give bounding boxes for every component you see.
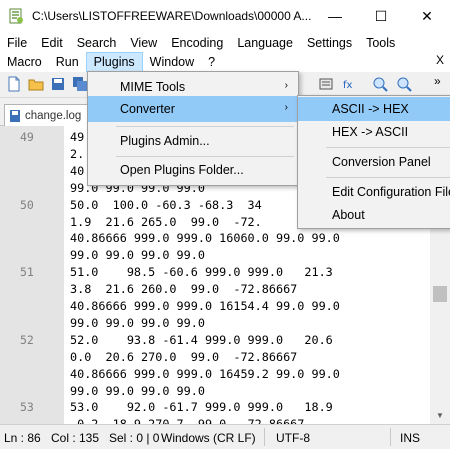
menu-item-hex-to-ascii[interactable]: HEX -> ASCII bbox=[298, 120, 450, 144]
menu-file[interactable]: File bbox=[0, 33, 34, 53]
code-line[interactable]: 40 bbox=[70, 164, 84, 178]
menu-separator bbox=[326, 177, 450, 178]
menu-separator bbox=[116, 126, 294, 127]
code-line[interactable]: 99.0 99.0 99.0 99.0 bbox=[70, 316, 205, 330]
menu-separator bbox=[326, 147, 450, 148]
menu-window[interactable]: Window bbox=[143, 52, 201, 72]
code-line[interactable]: 49 bbox=[70, 130, 84, 144]
status-col: Col : 135 bbox=[51, 431, 100, 445]
plugins-menu: MIME Tools › Converter › Plugins Admin..… bbox=[87, 71, 299, 186]
menu-settings[interactable]: Settings bbox=[300, 33, 359, 53]
status-separator bbox=[390, 428, 391, 446]
code-line[interactable]: 0.0 20.6 270.0 99.0 -72.86667 bbox=[70, 350, 297, 364]
submenu-arrow-icon: › bbox=[284, 102, 288, 113]
tab-change-log[interactable]: change.log bbox=[4, 104, 88, 126]
code-line[interactable]: 53.0 92.0 -61.7 999.0 999.0 18.9 bbox=[70, 400, 333, 414]
status-encoding: UTF-8 bbox=[276, 431, 310, 445]
menu-encoding[interactable]: Encoding bbox=[164, 33, 230, 53]
maximize-button[interactable]: ☐ bbox=[358, 0, 404, 32]
line-number: 50 bbox=[20, 197, 34, 212]
window-title: C:\Users\LISTOFFREEWARE\Downloads\00000 … bbox=[32, 9, 312, 23]
toolbar-overflow-button[interactable]: » bbox=[434, 74, 441, 88]
menu-item-plugins-admin[interactable]: Plugins Admin... bbox=[88, 128, 298, 154]
save-icon[interactable] bbox=[50, 76, 66, 92]
zoom-out-icon[interactable] bbox=[396, 76, 412, 92]
code-line[interactable]: 50.0 100.0 -60.3 -68.3 34 bbox=[70, 198, 262, 212]
code-line[interactable]: 99.0 99.0 99.0 99.0 bbox=[70, 384, 205, 398]
code-line[interactable]: 99.0 99.0 99.0 99.0 bbox=[70, 248, 205, 262]
menu-item-converter[interactable]: Converter › bbox=[88, 96, 298, 122]
minimize-button[interactable]: — bbox=[312, 0, 358, 32]
menu-language[interactable]: Language bbox=[230, 33, 300, 53]
menu-item-ascii-to-hex[interactable]: ASCII -> HEX bbox=[298, 97, 450, 121]
menu-help[interactable]: ? bbox=[201, 52, 222, 72]
code-line[interactable]: 40.86666 999.0 999.0 16459.2 99.0 99.0 bbox=[70, 367, 340, 381]
menu-item-about[interactable]: About bbox=[298, 203, 450, 227]
notepad-plus-plus-icon bbox=[9, 8, 23, 24]
scroll-down-arrow-icon[interactable]: ▼ bbox=[430, 407, 450, 424]
menu-view[interactable]: View bbox=[123, 33, 164, 53]
status-separator bbox=[264, 428, 265, 446]
converter-submenu: ASCII -> HEX HEX -> ASCII Conversion Pan… bbox=[297, 95, 450, 229]
menu-item-conversion-panel[interactable]: Conversion Panel bbox=[298, 150, 450, 174]
code-line[interactable]: 51.0 98.5 -60.6 999.0 999.0 21.3 bbox=[70, 265, 333, 279]
menu-row-2: Macro Run Plugins Window ? bbox=[0, 52, 222, 72]
code-line[interactable]: 40.86666 999.0 999.0 16060.0 99.0 99.0 bbox=[70, 231, 340, 245]
saved-file-icon bbox=[10, 109, 20, 122]
menu-run[interactable]: Run bbox=[49, 52, 86, 72]
menu-row-1: File Edit Search View Encoding Language … bbox=[0, 33, 402, 53]
title-bar: C:\Users\LISTOFFREEWARE\Downloads\00000 … bbox=[0, 0, 450, 32]
svg-text:fx: fx bbox=[343, 80, 353, 91]
status-line: Ln : 86 bbox=[4, 431, 41, 445]
status-bar: Ln : 86 Col : 135 Sel : 0 | 0 Windows (C… bbox=[0, 424, 450, 449]
zoom-in-icon[interactable] bbox=[372, 76, 388, 92]
menu-macro[interactable]: Macro bbox=[0, 52, 49, 72]
function-list-icon[interactable]: fx bbox=[342, 76, 358, 92]
code-line[interactable]: 1.9 21.6 265.0 99.0 -72. bbox=[70, 215, 262, 229]
status-insert-mode: INS bbox=[400, 431, 421, 445]
scroll-thumb[interactable] bbox=[433, 286, 447, 302]
submenu-arrow-icon: › bbox=[284, 80, 288, 91]
close-document-button[interactable]: X bbox=[436, 53, 444, 67]
status-sel: Sel : 0 | 0 bbox=[109, 431, 160, 445]
menu-item-edit-configuration-file[interactable]: Edit Configuration File bbox=[298, 180, 450, 204]
menu-search[interactable]: Search bbox=[70, 33, 124, 53]
code-line[interactable]: 2. bbox=[70, 147, 84, 161]
code-line[interactable]: 3.8 21.6 260.0 99.0 -72.86667 bbox=[70, 282, 297, 296]
tab-label: change.log bbox=[25, 109, 82, 122]
menu-plugins[interactable]: Plugins bbox=[85, 52, 143, 72]
code-line[interactable]: -0.2 18.9 270.7 99.0 -72.86667 bbox=[70, 417, 304, 424]
close-button[interactable]: ✕ bbox=[404, 0, 450, 32]
line-number: 52 bbox=[20, 332, 34, 347]
status-eol: Windows (CR LF) bbox=[161, 431, 256, 445]
save-all-icon[interactable] bbox=[72, 76, 88, 92]
code-line[interactable]: 52.0 93.8 -61.4 999.0 999.0 20.6 bbox=[70, 333, 333, 347]
menu-item-open-plugins-folder[interactable]: Open Plugins Folder... bbox=[88, 157, 298, 183]
menu-bar: File Edit Search View Encoding Language … bbox=[0, 32, 450, 72]
line-number: 53 bbox=[20, 400, 34, 415]
menu-tools[interactable]: Tools bbox=[359, 33, 402, 53]
line-number: 51 bbox=[20, 265, 34, 280]
line-number: 49 bbox=[20, 130, 34, 144]
open-file-icon[interactable] bbox=[28, 76, 44, 92]
code-line[interactable]: 40.86666 999.0 999.0 16154.4 99.0 99.0 bbox=[70, 299, 340, 313]
new-file-icon[interactable] bbox=[6, 76, 22, 92]
document-map-icon[interactable] bbox=[318, 76, 334, 92]
menu-edit[interactable]: Edit bbox=[34, 33, 70, 53]
